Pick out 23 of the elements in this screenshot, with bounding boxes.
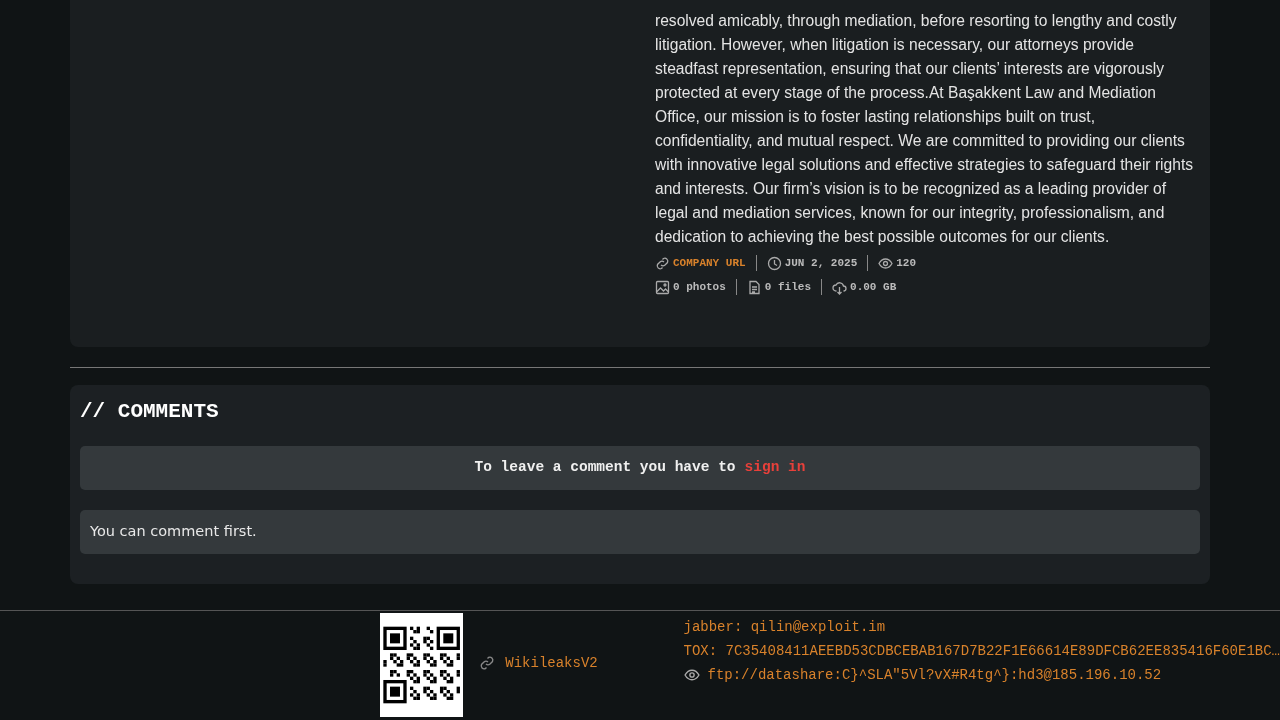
qr-code-icon <box>380 613 464 718</box>
company-url-link[interactable]: COMPANY URL <box>673 254 746 272</box>
wikileaks-link[interactable]: WikileaksV2 <box>479 613 684 714</box>
date-text: JUN 2, 2025 <box>784 255 858 271</box>
link-icon <box>479 655 496 672</box>
cloud-download-icon <box>832 279 848 295</box>
link-icon <box>655 255 670 271</box>
photos-text: 0 photos <box>673 279 726 295</box>
sign-in-link[interactable]: sign in <box>744 457 806 480</box>
comments-heading: // COMMENTS <box>80 399 220 425</box>
size-text: 0.00 GB <box>850 279 897 295</box>
contact-text: ftp://datashare:C}^SLA"5Vl?vX#R4tg^}:hd3@185.196.10.52 <box>707 666 1162 686</box>
files-text: 0 files <box>764 279 812 295</box>
company-description: resolved amicably, through mediation, before resorting to lengthy and costly litigation. However, when litigation is necessary, our attorneys provide steadfast representation, ensuring that our clients’ interests are vigorously protected at every stage of the process.At Başakkent Law and Mediation Office, our mission is to foster lasting relationships built on trust, confidentiality, and mutual respect. We are committed to providing our clients with innovative legal solutions and effective strategies to safeguard their rights and interests. Our firm’s vision is to be recognized as a leading provider of legal and mediation services, known for our integrity, professionalism, and dedication to achieving the best possible outcomes for our clients. <box>655 11 1194 247</box>
image-icon <box>655 279 670 295</box>
views-text: 120 <box>896 255 917 271</box>
document-icon <box>746 279 762 295</box>
empty-comments-text: You can comment first. <box>90 522 257 542</box>
eye-icon <box>878 255 894 271</box>
notice-text: To leave a comment you have to <box>474 458 736 478</box>
contact-text: jabber: qilin@exploit.im <box>683 618 886 638</box>
contact-text: TOX: 7C35408411AEEBD53CDBCEBAB167D7B22F1E66614E89DFCB62EE835416F60E1BC… <box>683 642 1280 662</box>
clock-icon <box>766 255 782 271</box>
